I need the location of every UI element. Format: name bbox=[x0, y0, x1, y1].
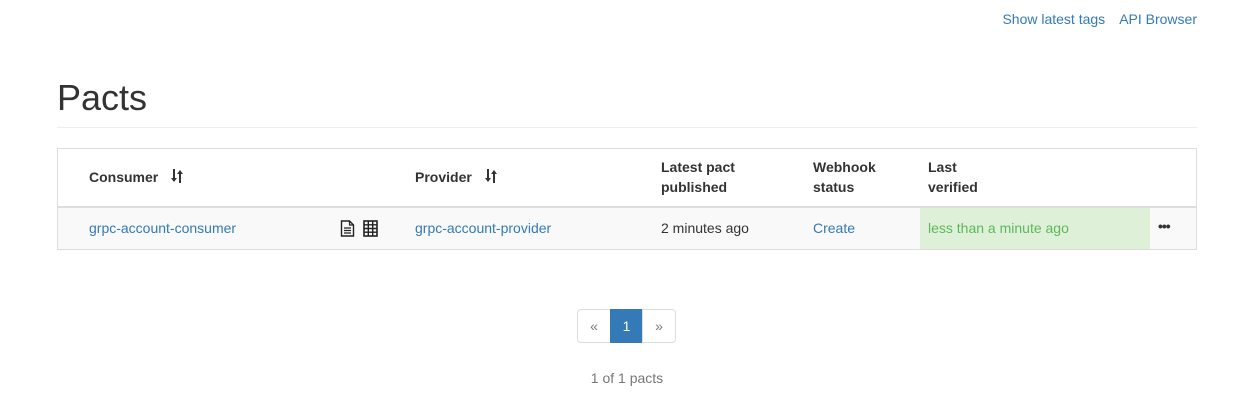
last-verified-column-header: Last verified bbox=[928, 157, 978, 197]
top-nav: Show latest tags API Browser bbox=[1002, 10, 1197, 28]
title-divider bbox=[57, 127, 1197, 128]
page-title: Pacts bbox=[57, 77, 148, 118]
pagination-page-1-button[interactable]: 1 bbox=[610, 309, 643, 343]
webhook-create-link[interactable]: Create bbox=[813, 208, 855, 249]
row-actions-ellipsis-icon[interactable]: ••• bbox=[1158, 218, 1171, 234]
provider-header-label: Provider bbox=[415, 169, 472, 185]
pagination-next-button[interactable]: » bbox=[642, 309, 676, 343]
webhook-header-line2: status bbox=[813, 179, 855, 195]
verified-header-line2: verified bbox=[928, 179, 978, 195]
pacts-table: Consumer Provider Latest pact published … bbox=[57, 148, 1197, 250]
latest-pact-column-header: Latest pact published bbox=[661, 157, 735, 197]
pagination: « 1 » bbox=[577, 309, 676, 343]
table-header: Consumer Provider Latest pact published … bbox=[58, 149, 1196, 208]
consumer-header-label: Consumer bbox=[89, 169, 159, 185]
document-icon[interactable] bbox=[340, 220, 355, 237]
consumer-sort-icon[interactable] bbox=[170, 168, 184, 189]
api-browser-link[interactable]: API Browser bbox=[1119, 10, 1197, 28]
last-verified-status: less than a minute ago bbox=[920, 208, 1150, 249]
verified-header-line1: Last bbox=[928, 159, 957, 175]
webhook-header-line1: Webhook bbox=[813, 159, 876, 175]
pagination-summary: 1 of 1 pacts bbox=[590, 370, 664, 386]
consumer-link[interactable]: grpc-account-consumer bbox=[89, 208, 236, 249]
provider-link[interactable]: grpc-account-provider bbox=[415, 208, 551, 249]
latest-pact-header-line1: Latest pact bbox=[661, 159, 735, 175]
show-latest-tags-link[interactable]: Show latest tags bbox=[1002, 10, 1105, 28]
table-row: grpc-account-consumer grpc-account-provi… bbox=[58, 208, 1196, 249]
provider-sort-icon[interactable] bbox=[484, 168, 498, 189]
matrix-grid-icon[interactable] bbox=[363, 220, 378, 237]
pact-icons bbox=[340, 220, 378, 237]
webhook-status-column-header: Webhook status bbox=[813, 157, 876, 197]
latest-pact-header-line2: published bbox=[661, 179, 728, 195]
pagination-prev-button[interactable]: « bbox=[577, 309, 611, 343]
consumer-column-header[interactable]: Consumer bbox=[89, 167, 184, 189]
latest-pact-published[interactable]: 2 minutes ago bbox=[661, 208, 749, 249]
provider-column-header[interactable]: Provider bbox=[415, 167, 498, 189]
